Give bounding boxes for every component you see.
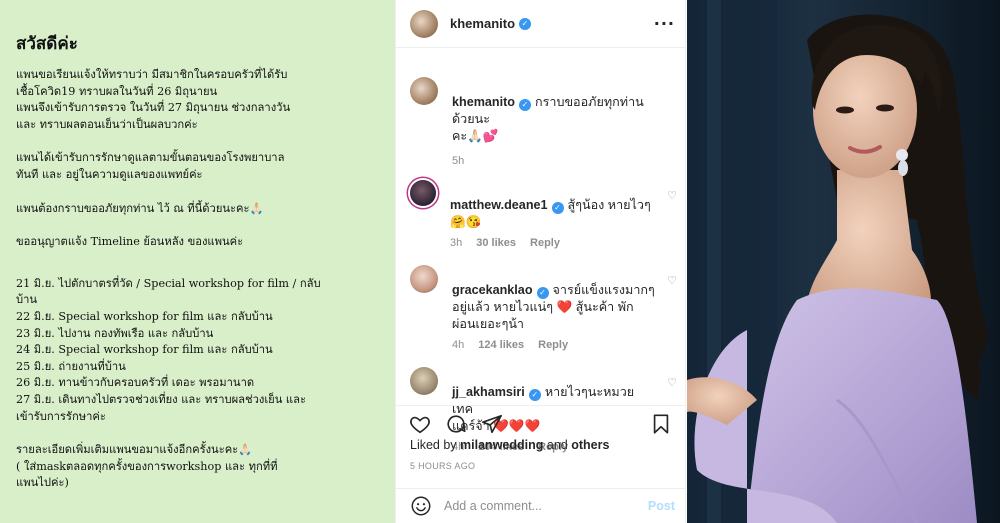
bookmark-icon[interactable] (650, 413, 672, 435)
comment-username[interactable]: jj_akhamsiri (452, 385, 525, 399)
liked-by-and: and (546, 438, 568, 452)
portrait-illustration (687, 0, 1000, 523)
announcement-note: สวัสดีค่ะ แพนขอเรียนแจ้งให้ทราบว่า มีสมา… (0, 0, 395, 523)
like-comment-heart-icon[interactable]: ♡ (667, 376, 677, 389)
verified-badge-icon: ✓ (528, 389, 541, 401)
comment-username[interactable]: matthew.deane1 (450, 198, 548, 212)
timeline-item: 25 มิ.ย. ถ่ายงานที่บ้าน (16, 359, 126, 373)
heart-icon[interactable] (409, 413, 431, 435)
avatar[interactable] (410, 367, 438, 395)
add-comment-bar: Post (396, 488, 685, 523)
like-comment-heart-icon[interactable]: ♡ (667, 189, 677, 202)
verified-badge-icon: ✓ (519, 17, 532, 30)
note-paragraph-2: แพนได้เข้ารับการรักษาดูแลตามขั้นตอนของโร… (16, 151, 285, 181)
timeline-item: 26 มิ.ย. ทานข้าวกับครอบครัวที่ เดอะ พรอม… (16, 376, 255, 390)
avatar[interactable] (410, 180, 436, 206)
liked-by-line: Liked by milanwedding and others (410, 438, 609, 452)
post-header: khemanito ✓ ··· (396, 0, 685, 48)
instagram-post-panel: khemanito ✓ ··· khemanito ✓ กราบขออภัยทุกท… (395, 0, 686, 523)
portrait-photo (687, 0, 1000, 523)
post-comment-button[interactable]: Post (648, 499, 675, 513)
liked-by-others[interactable]: others (571, 438, 609, 452)
reply-button[interactable]: Reply (538, 339, 568, 351)
note-paragraph-5: รายละเอียดเพิ่มเติมแพนขอมาแจ้งอีกครั้งนะ… (16, 443, 278, 490)
timeline-item: 24 มิ.ย. Special workshop for film และ ก… (16, 343, 273, 357)
timeline-item: 23 มิ.ย. ไปงาน กองทัพเรือ และ กลับบ้าน (16, 326, 214, 340)
reply-button[interactable]: Reply (530, 237, 560, 249)
list-item: gracekanklao ✓ จารย์แข็งแรงมากๆ อยู่แล้ว ห… (410, 265, 677, 351)
avatar[interactable] (410, 77, 438, 105)
note-greeting: สวัสดีค่ะ (16, 34, 78, 54)
avatar[interactable] (410, 265, 438, 293)
comment-bubble-icon[interactable] (445, 413, 467, 435)
list-item: matthew.deane1 ✓ สู้ๆน้อง หายไวๆ 🤗😘 3h 30 … (410, 180, 677, 249)
liked-by-prefix: Liked by (410, 438, 457, 452)
post-actions-bar (396, 405, 685, 435)
timeline-item: 22 มิ.ย. Special workshop for film และ ก… (16, 309, 273, 323)
avatar[interactable] (410, 9, 438, 38)
note-paragraph-3: แพนต้องกราบขออภัยทุกท่าน ไว้ ณ ที่นี้ด้ว… (16, 201, 264, 215)
share-paper-plane-icon[interactable] (481, 413, 503, 435)
liked-by-user[interactable]: milanwedding (460, 438, 543, 452)
note-paragraph-4: ขออนุญาตแจ้ง Timeline ย้อนหลัง ของแพนค่ะ (16, 235, 244, 249)
ellipsis-icon[interactable]: ··· (654, 14, 675, 33)
post-timestamp[interactable]: 5 HOURS AGO (410, 461, 475, 471)
comments-list: khemanito ✓ กราบขออภัยทุกท่านด้วยนะ คะ🙏🏻💕 … (396, 77, 685, 453)
verified-badge-icon: ✓ (551, 202, 564, 214)
note-paragraph-1: แพนขอเรียนแจ้งให้ทราบว่า มีสมาชิกในครอบค… (16, 68, 291, 131)
like-comment-heart-icon[interactable]: ♡ (667, 274, 677, 287)
verified-badge-icon: ✓ (518, 99, 531, 111)
header-username[interactable]: khemanito (450, 16, 515, 31)
timeline-item: 21 มิ.ย. ไปตักบาตรที่วัด / Special works… (16, 276, 321, 307)
timeline-item: 27 มิ.ย. เดินทางไปตรวจช่วงเที่ยง และ ทรา… (16, 392, 307, 423)
comment-time[interactable]: 5h (452, 155, 464, 167)
comment-likes[interactable]: 124 likes (478, 339, 524, 351)
comment-time[interactable]: 3h (450, 237, 462, 249)
emoji-smiley-icon[interactable] (410, 495, 432, 517)
verified-badge-icon: ✓ (536, 287, 549, 299)
comment-username[interactable]: khemanito (452, 95, 515, 109)
comment-likes[interactable]: 30 likes (476, 237, 516, 249)
comment-username[interactable]: gracekanklao (452, 283, 533, 297)
caption-comment: khemanito ✓ กราบขออภัยทุกท่านด้วยนะ คะ🙏🏻💕 … (410, 77, 671, 167)
comment-input[interactable] (444, 499, 648, 513)
comment-time[interactable]: 4h (452, 339, 464, 351)
